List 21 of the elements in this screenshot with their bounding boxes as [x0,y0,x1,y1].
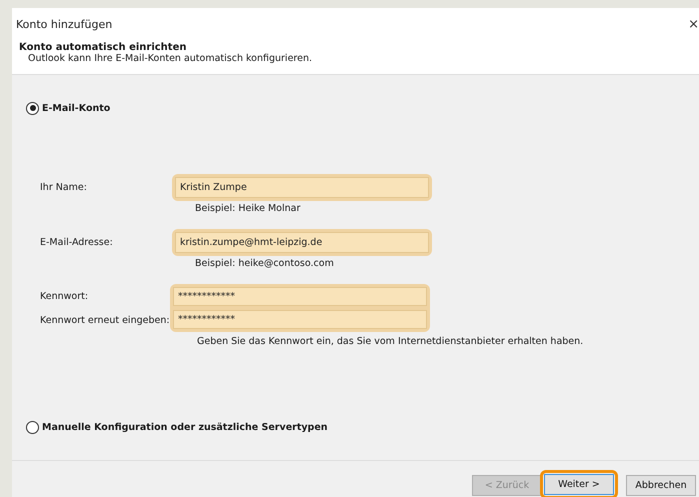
field-hint: Beispiel: Heike Molnar [195,203,302,214]
radio-button[interactable] [26,102,39,114]
field-hint: Beispiel: heike@contoso.com [195,258,335,269]
close-button[interactable]: × [688,16,699,32]
window-title: Konto hinzufügen [16,18,112,30]
text-field[interactable]: Kristin Zumpe [175,177,429,198]
radio-label[interactable]: Manuelle Konfiguration oder zusätzliche Servertypen [42,422,328,432]
radio-button[interactable] [26,420,39,434]
password-field[interactable]: ************ [173,310,427,329]
section-subtitle: Outlook kann Ihre E-Mail-Konten automatisch konfigurieren. [27,53,314,64]
dialog-button[interactable]: Weiter > [544,474,614,495]
radio-label[interactable]: E-Mail-Konto [42,102,110,114]
field-label: Kennwort: [39,290,90,302]
password-field[interactable]: ************ [173,287,427,306]
section-title: Konto automatisch einrichten [19,42,188,53]
dialog-button[interactable]: Abbrechen [626,475,696,496]
text-field[interactable]: kristin.zumpe@hmt-leipzig.de [175,232,429,253]
field-label: Kennwort erneut eingeben: [39,314,171,326]
password-hint: Geben Sie das Kennwort ein, das Sie vom Internetdienstanbieter erhalten haben. [197,336,584,347]
field-label: E-Mail-Adresse: [39,237,114,248]
field-label: Ihr Name: [39,182,88,193]
